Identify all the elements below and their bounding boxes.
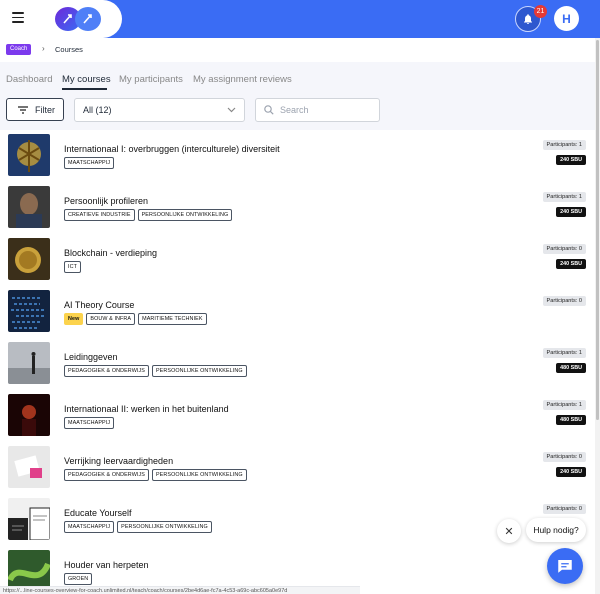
course-tag: MAATSCHAPPIJ [64, 521, 115, 533]
active-tab-indicator [62, 88, 107, 90]
tab-my-courses[interactable]: My courses [62, 74, 111, 85]
scrollbar-thumb[interactable] [596, 40, 599, 420]
new-badge: New [64, 313, 84, 325]
participants-badge: Participants: 1 [542, 348, 586, 358]
course-title: Verrijking leervaardigheden [64, 456, 174, 466]
sbu-badge: 480 SBU [556, 363, 586, 373]
chevron-right-icon: › [42, 44, 45, 53]
course-title: Internationaal II: werken in het buitenl… [64, 404, 229, 414]
role-badge: Coach [6, 44, 32, 55]
sbu-badge: 240 SBU [556, 207, 586, 217]
breadcrumb [0, 38, 595, 62]
close-help-button[interactable]: ✕ [497, 519, 521, 543]
app-logo[interactable] [54, 4, 102, 34]
course-tag: PEDAGOGIEK & ONDERWIJS [64, 365, 149, 377]
course-title: Educate Yourself [64, 508, 132, 518]
search-box[interactable] [255, 98, 380, 122]
course-tag: BOUW & INFRA [86, 313, 136, 325]
sbu-badge: 240 SBU [556, 155, 586, 165]
bell-icon [524, 14, 532, 24]
course-title: Internationaal I: overbruggen (intercult… [64, 144, 280, 154]
course-tag: MAATSCHAPPIJ [64, 157, 115, 169]
status-bar-url: https://...line-courses-overview-for-coa… [0, 586, 360, 594]
course-tag: ICT [64, 261, 81, 273]
participants-badge: Participants: 1 [542, 140, 586, 150]
filter-icon [18, 105, 28, 114]
course-row[interactable]: Internationaal I: overbruggen (intercult… [0, 130, 595, 182]
sbu-badge: 240 SBU [556, 467, 586, 477]
chevron-down-icon [227, 107, 236, 113]
breadcrumb-current: Courses [55, 45, 83, 54]
filter-button[interactable]: Filter [6, 98, 64, 121]
course-thumbnail [8, 394, 50, 436]
tab-my-participants[interactable]: My participants [119, 74, 183, 85]
course-thumbnail [8, 498, 50, 540]
sbu-badge: 480 SBU [556, 415, 586, 425]
course-thumbnail [8, 186, 50, 228]
course-row[interactable]: Leidinggeven PEDAGOGIEK & ONDERWIJS PERS… [0, 338, 595, 390]
filter-button-label: Filter [35, 104, 55, 115]
participants-badge: Participants: 1 [542, 192, 586, 202]
course-tag: PERSOONLIJKE ONTWIKKELING [151, 365, 247, 377]
participants-badge: Participants: 0 [542, 504, 586, 514]
course-thumbnail [8, 342, 50, 384]
course-row[interactable]: Verrijking leervaardigheden PEDAGOGIEK &… [0, 442, 595, 494]
course-tag: CREATIEVE INDUSTRIE [64, 209, 135, 221]
course-tag: PERSOONLIJKE ONTWIKKELING [117, 521, 212, 533]
search-icon [264, 105, 274, 115]
course-title: Persoonlijk profileren [64, 196, 149, 206]
participants-badge: Participants: 0 [542, 244, 586, 254]
course-title: Leidinggeven [64, 352, 118, 362]
course-thumbnail [8, 134, 50, 176]
tab-my-assignment-reviews[interactable]: My assignment reviews [193, 74, 292, 85]
course-row[interactable]: Internationaal II: werken in het buitenl… [0, 390, 595, 442]
close-icon: ✕ [504, 525, 514, 538]
course-title: AI Theory Course [64, 300, 135, 310]
course-tag: PERSOONLIJKE ONTWIKKELING [151, 469, 247, 481]
chat-button[interactable] [547, 548, 583, 584]
course-tag: PEDAGOGIEK & ONDERWIJS [64, 469, 149, 481]
menu-icon[interactable] [12, 12, 24, 23]
help-bubble[interactable]: Hulp nodig? [526, 518, 586, 542]
course-thumbnail [8, 290, 50, 332]
course-row[interactable]: Blockchain - verdieping ICT Participants… [0, 234, 595, 286]
notification-count-badge: 21 [534, 5, 547, 18]
search-input[interactable] [280, 105, 370, 115]
select-value: All (12) [83, 105, 112, 115]
sbu-badge: 240 SBU [556, 259, 586, 269]
course-status-select[interactable]: All (12) [74, 98, 245, 122]
user-avatar[interactable]: H [554, 6, 579, 31]
course-thumbnail [8, 238, 50, 280]
course-title: Blockchain - verdieping [64, 248, 158, 258]
course-tag: MAATSCHAPPIJ [64, 417, 115, 429]
tab-dashboard[interactable]: Dashboard [6, 74, 52, 85]
participants-badge: Participants: 0 [542, 452, 586, 462]
course-tag: PERSOONLIJKE ONTWIKKELING [137, 209, 233, 221]
course-tag: MARITIEME TECHNIEK [138, 313, 207, 325]
course-row[interactable]: AI Theory Course New BOUW & INFRA MARITI… [0, 286, 595, 338]
course-thumbnail [8, 446, 50, 488]
course-row[interactable]: Persoonlijk profileren CREATIEVE INDUSTR… [0, 182, 595, 234]
participants-badge: Participants: 0 [542, 296, 586, 306]
chat-icon [558, 560, 572, 573]
course-tag: GROEN [64, 573, 93, 585]
course-title: Houder van herpeten [64, 560, 149, 570]
participants-badge: Participants: 1 [542, 400, 586, 410]
